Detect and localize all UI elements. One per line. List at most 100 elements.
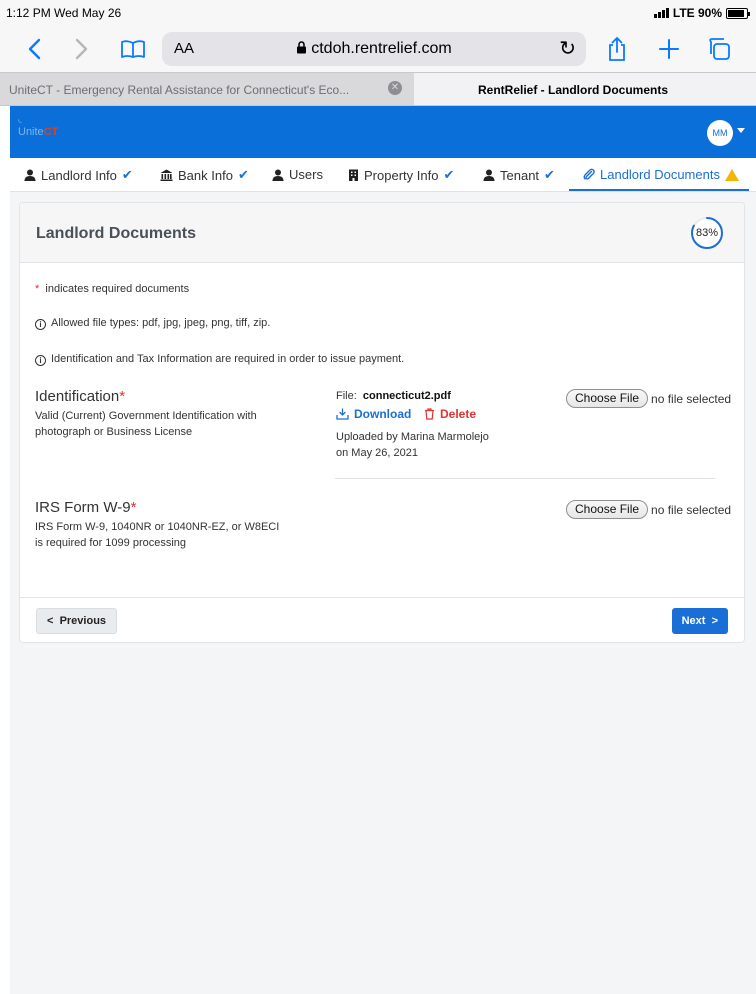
network-status: LTE 90% <box>672 6 722 20</box>
identification-file-input[interactable]: Choose File no file selected <box>566 389 731 408</box>
next-button[interactable]: Next > <box>671 608 728 634</box>
description-line: photograph or Business License <box>35 426 193 438</box>
download-label: Download <box>354 407 412 421</box>
progress-percent: 83% <box>695 227 719 239</box>
info-icon: i <box>35 355 46 366</box>
tab-label: Property Info <box>364 167 439 183</box>
w9-file-input[interactable]: Choose File no file selected <box>566 500 731 519</box>
chevron-left-icon: < <box>47 615 54 627</box>
payment-text: Identification and Tax Information are r… <box>51 353 405 365</box>
status-bar: 1:12 PM Wed May 26 LTE 90% <box>0 0 756 28</box>
previous-button[interactable]: < Previous <box>36 608 118 634</box>
completion-progress: 83% <box>690 216 724 250</box>
tab-landlord-info[interactable]: Landlord Info ✔ <box>24 167 133 183</box>
upload-info-line: Uploaded by Marina Marmolejo <box>336 431 489 443</box>
tab-landlord-documents[interactable]: Landlord Documents <box>583 167 739 182</box>
reload-icon[interactable]: ↻ <box>559 36 576 61</box>
tab-users[interactable]: Users <box>272 167 323 182</box>
download-icon <box>336 408 349 420</box>
user-icon <box>483 169 495 181</box>
browser-tab-title: UniteCT - Emergency Rental Assistance fo… <box>9 83 350 97</box>
lock-icon <box>297 41 307 54</box>
choose-file-button[interactable]: Choose File <box>566 389 649 408</box>
active-tab-underline <box>569 189 749 191</box>
logo-prefix: Unite <box>18 126 44 138</box>
identification-title-text: Identification <box>35 388 120 405</box>
app-header: ◟ UniteCT MM <box>10 106 756 158</box>
tab-tenant[interactable]: Tenant ✔ <box>483 167 555 183</box>
user-icon <box>272 169 284 181</box>
warning-icon <box>724 168 739 181</box>
description-line: Valid (Current) Government Identificatio… <box>35 410 257 422</box>
required-note-text: indicates required documents <box>45 283 190 295</box>
no-file-text: no file selected <box>651 391 732 406</box>
chevron-right-icon: > <box>711 615 718 627</box>
back-icon[interactable] <box>22 34 46 64</box>
unitect-logo[interactable]: ◟ UniteCT <box>18 114 58 138</box>
uploaded-file-label: File: connecticut2.pdf <box>336 390 451 402</box>
battery-icon <box>726 7 750 19</box>
address-bar[interactable]: AA ctdoh.rentrelief.com ↻ <box>162 32 586 66</box>
upload-info: Uploaded by Marina Marmolejo on May 26, … <box>336 429 489 461</box>
url-value: ctdoh.rentrelief.com <box>311 40 452 57</box>
tab-label: Bank Info <box>178 167 233 183</box>
tab-property-info[interactable]: Property Info ✔ <box>348 167 454 183</box>
bank-icon <box>160 169 173 181</box>
identification-description: Valid (Current) Government Identificatio… <box>35 408 257 440</box>
choose-file-button[interactable]: Choose File <box>566 500 649 519</box>
tab-label: Users <box>289 167 323 182</box>
delete-button[interactable]: Delete <box>424 407 476 421</box>
logo-suffix: CT <box>43 126 59 138</box>
checkmark-icon: ✔ <box>237 167 249 182</box>
tab-label: Landlord Documents <box>600 167 720 182</box>
bookmarks-icon[interactable] <box>118 34 148 64</box>
forward-icon[interactable] <box>70 34 94 64</box>
tab-bank-info[interactable]: Bank Info ✔ <box>160 167 249 183</box>
user-icon <box>24 169 36 181</box>
description-line: IRS Form W-9, 1040NR or 1040NR-EZ, or W8… <box>35 521 280 533</box>
browser-tab-unitect[interactable]: UniteCT - Emergency Rental Assistance fo… <box>0 73 414 105</box>
download-button[interactable]: Download <box>336 407 411 421</box>
documents-card: Landlord Documents 83% * indicates requi… <box>19 202 745 643</box>
section-divider <box>335 478 715 479</box>
card-footer: < Previous Next > <box>20 597 744 643</box>
checkmark-icon: ✔ <box>121 167 133 182</box>
identification-title: Identification* <box>35 388 126 405</box>
browser-toolbar: AA ctdoh.rentrelief.com ↻ <box>0 28 756 72</box>
browser-tab-title: RentRelief - Landlord Documents <box>478 83 669 97</box>
w9-description: IRS Form W-9, 1040NR or 1040NR-EZ, or W8… <box>35 519 279 551</box>
tab-label: Tenant <box>500 167 540 183</box>
checkmark-icon: ✔ <box>544 167 555 182</box>
card-header: Landlord Documents 83% <box>20 203 744 263</box>
status-indicators: LTE 90% <box>653 6 750 20</box>
w9-title-text: IRS Form W-9 <box>35 499 131 516</box>
checkmark-icon: ✔ <box>443 167 455 182</box>
browser-tab-rentrelief[interactable]: RentRelief - Landlord Documents <box>414 73 756 105</box>
share-icon[interactable] <box>604 34 630 64</box>
file-types-text: Allowed file types: pdf, jpg, jpeg, png,… <box>51 317 271 329</box>
required-note: * indicates required documents <box>35 283 190 295</box>
status-time: 1:12 PM Wed May 26 <box>6 6 122 20</box>
upload-info-line: on May 26, 2021 <box>336 447 418 459</box>
tabs-overview-icon[interactable] <box>706 34 732 64</box>
tab-label: Landlord Info <box>41 167 117 183</box>
step-navigation: Landlord Info ✔ Bank Info ✔ Users Proper… <box>10 158 756 192</box>
file-prefix: File: <box>336 390 357 402</box>
page-title: Landlord Documents <box>36 225 197 242</box>
payment-note: i Identification and Tax Information are … <box>35 353 404 366</box>
new-tab-icon[interactable] <box>656 34 682 64</box>
url-text: ctdoh.rentrelief.com <box>162 40 586 58</box>
file-name: connecticut2.pdf <box>362 390 451 402</box>
cell-signal-icon <box>653 8 669 18</box>
w9-title: IRS Form W-9* <box>35 499 137 516</box>
description-line: is required for 1099 processing <box>35 537 187 549</box>
building-icon <box>349 169 358 181</box>
paperclip-icon <box>583 168 595 180</box>
user-menu-caret-icon[interactable] <box>737 128 745 133</box>
close-tab-icon[interactable]: ✕ <box>388 81 402 95</box>
delete-label: Delete <box>440 407 477 421</box>
user-avatar[interactable]: MM <box>707 120 733 146</box>
previous-label: Previous <box>59 615 107 627</box>
file-types-note: i Allowed file types: pdf, jpg, jpeg, png… <box>35 317 270 330</box>
next-label: Next <box>681 615 706 627</box>
